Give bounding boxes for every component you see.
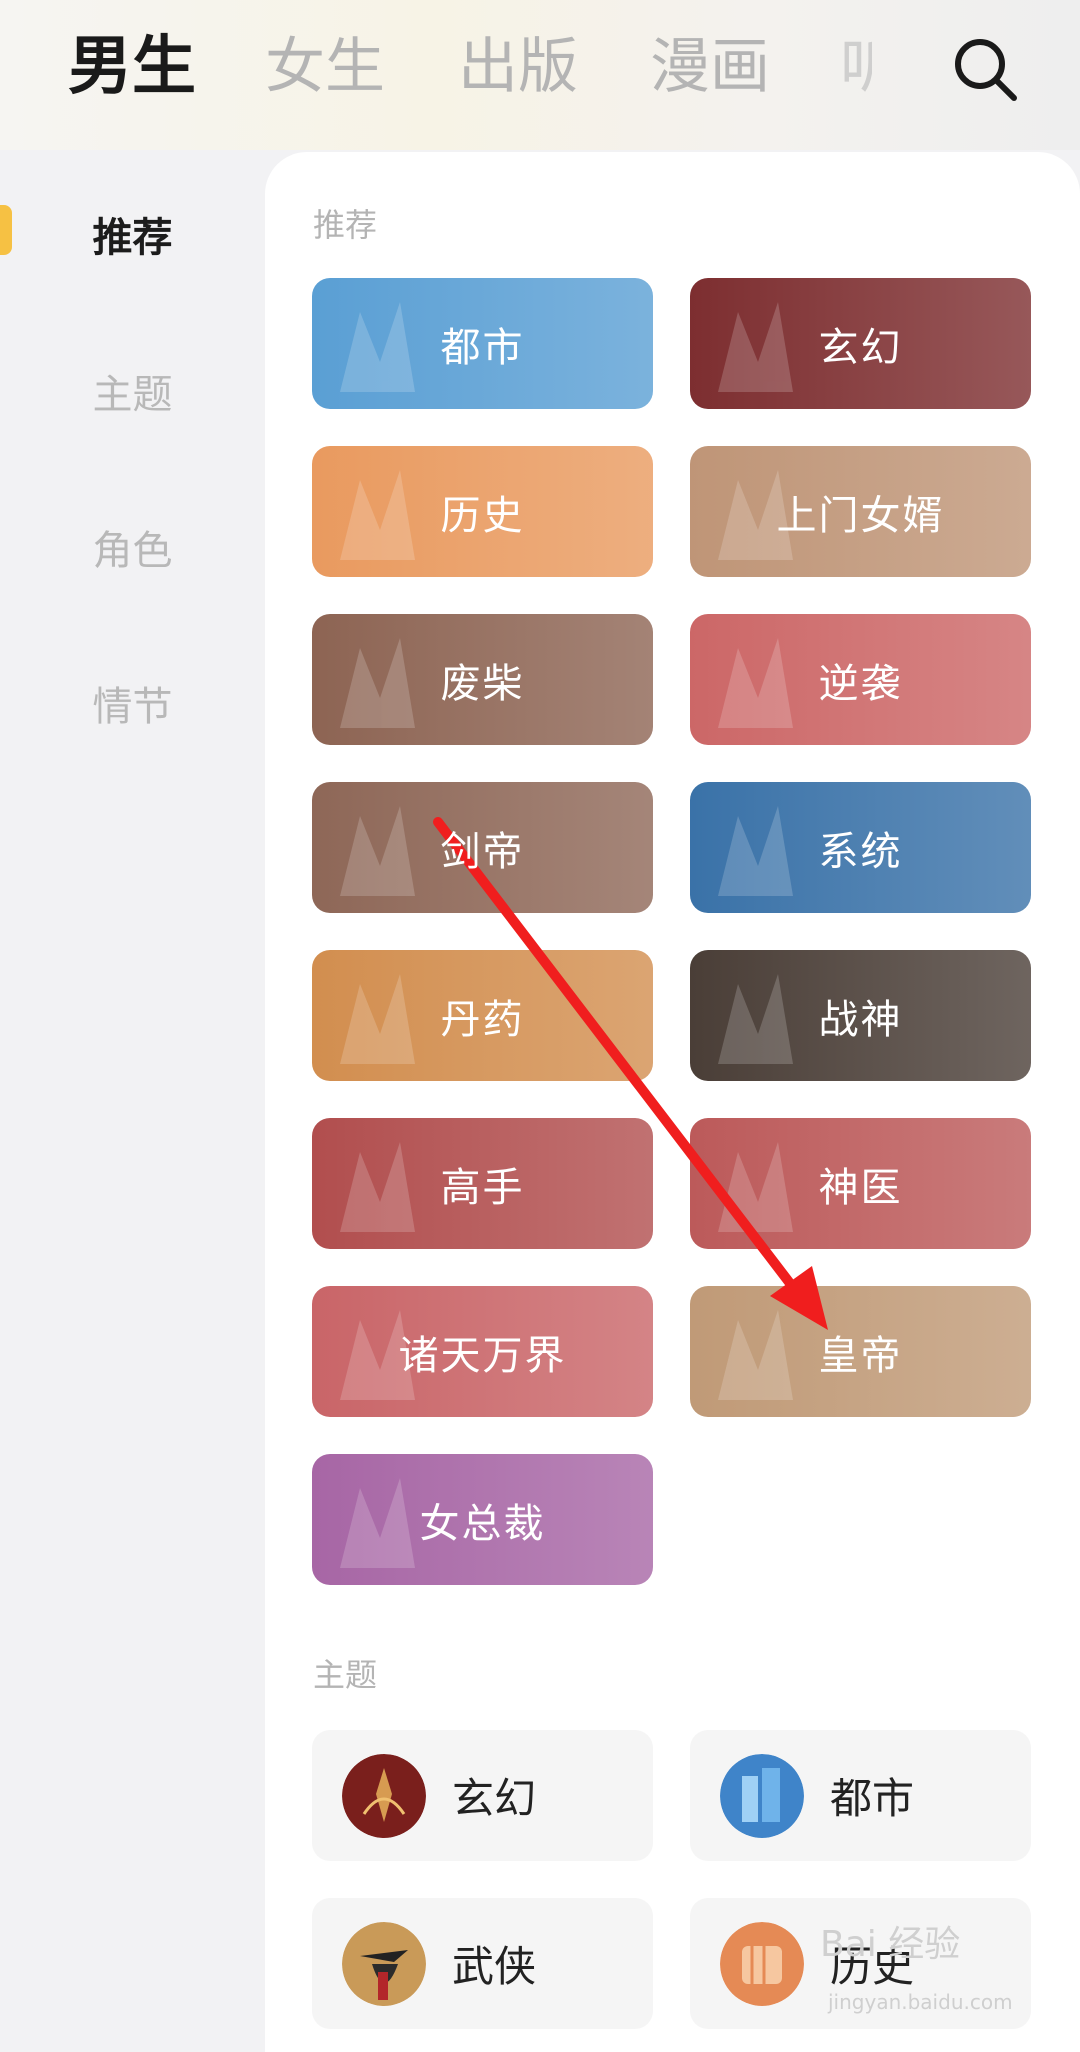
category-sidebar: 推荐 主题 角色 情节: [0, 150, 265, 2038]
dushi-avatar-icon: [720, 1753, 804, 1838]
section-title-theme: 主题: [313, 1656, 378, 1694]
tab-audio[interactable]: 听: [840, 22, 872, 112]
top-tab-bar: 男生 女生 出版 漫画 听: [0, 0, 1080, 150]
tile-decoration-icon: [718, 1310, 793, 1400]
tab-publishing[interactable]: 出版: [458, 22, 578, 112]
tile-decoration-icon: [340, 1142, 415, 1232]
category-tile-label: 逆袭: [818, 660, 903, 707]
category-tile[interactable]: 都市: [312, 278, 653, 409]
category-tile-label: 丹药: [440, 996, 525, 1043]
tile-decoration-icon: [340, 974, 415, 1064]
theme-card-xuanhuan[interactable]: 玄幻: [312, 1730, 653, 1861]
category-tile-label: 上门女婿: [776, 492, 945, 539]
category-tile[interactable]: 玄幻: [690, 278, 1031, 409]
tab-male[interactable]: 男生: [68, 22, 196, 112]
category-tile[interactable]: 高手: [312, 1118, 653, 1249]
category-tile-label: 诸天万界: [398, 1332, 567, 1379]
category-content-panel: 推荐 都市 玄幻 历史 上门女婿 废柴 逆袭 剑帝 系统 丹药 战神 高手 神医 诸天万界 皇帝 女总裁 主…: [265, 152, 1080, 2052]
category-tile[interactable]: 诸天万界: [312, 1286, 653, 1417]
tile-decoration-icon: [718, 302, 793, 392]
tile-decoration-icon: [718, 806, 793, 896]
tile-decoration-icon: [718, 638, 793, 728]
category-tile[interactable]: 废柴: [312, 614, 653, 745]
category-tile[interactable]: 历史: [312, 446, 653, 577]
category-tile-label: 废柴: [440, 660, 525, 707]
category-tile[interactable]: 丹药: [312, 950, 653, 1081]
category-tile[interactable]: 皇帝: [690, 1286, 1031, 1417]
tab-comics[interactable]: 漫画: [650, 22, 770, 112]
sidebar-item-plot[interactable]: 情节: [0, 674, 265, 732]
theme-card-label: 玄幻: [452, 1774, 537, 1823]
category-tile-label: 剑帝: [440, 828, 525, 875]
category-tile[interactable]: 战神: [690, 950, 1031, 1081]
tile-decoration-icon: [340, 470, 415, 560]
category-tile-label: 皇帝: [818, 1332, 903, 1379]
theme-card-wuxia[interactable]: 武侠: [312, 1898, 653, 2029]
category-tile-label: 玄幻: [818, 324, 903, 371]
tile-decoration-icon: [718, 974, 793, 1064]
category-tile-label: 都市: [440, 324, 525, 371]
sidebar-item-theme[interactable]: 主题: [0, 362, 265, 420]
category-tile[interactable]: 神医: [690, 1118, 1031, 1249]
category-tile[interactable]: 系统: [690, 782, 1031, 913]
watermark-logo: Bai 经验: [820, 1924, 961, 1965]
lishi-avatar-icon: [720, 1921, 804, 2006]
category-tile[interactable]: 逆袭: [690, 614, 1031, 745]
theme-card-label: 武侠: [452, 1942, 537, 1991]
category-tile-label: 高手: [440, 1164, 525, 1211]
category-tile-label: 女总裁: [419, 1500, 546, 1547]
sidebar-item-role[interactable]: 角色: [0, 518, 265, 576]
tile-decoration-icon: [340, 806, 415, 896]
category-tile[interactable]: 上门女婿: [690, 446, 1031, 577]
category-tile-label: 神医: [818, 1164, 903, 1211]
theme-card-label: 都市: [830, 1774, 915, 1823]
watermark-url: jingyan.baidu.com: [828, 1990, 1013, 2014]
category-tile[interactable]: 剑帝: [312, 782, 653, 913]
category-tile-label: 战神: [818, 996, 903, 1043]
tile-decoration-icon: [340, 638, 415, 728]
category-tile[interactable]: 女总裁: [312, 1454, 653, 1585]
wuxia-avatar-icon: [342, 1921, 426, 2006]
tile-decoration-icon: [718, 1142, 793, 1232]
section-title-recommend: 推荐: [313, 206, 378, 244]
tile-decoration-icon: [340, 302, 415, 392]
search-icon[interactable]: [950, 34, 1020, 104]
tab-female[interactable]: 女生: [265, 22, 385, 112]
category-tile-label: 系统: [818, 828, 903, 875]
sidebar-item-recommend[interactable]: 推荐: [0, 205, 265, 263]
xuanhuan-avatar-icon: [342, 1753, 426, 1838]
category-tile-label: 历史: [440, 492, 525, 539]
theme-card-dushi[interactable]: 都市: [690, 1730, 1031, 1861]
tile-decoration-icon: [340, 1478, 415, 1568]
